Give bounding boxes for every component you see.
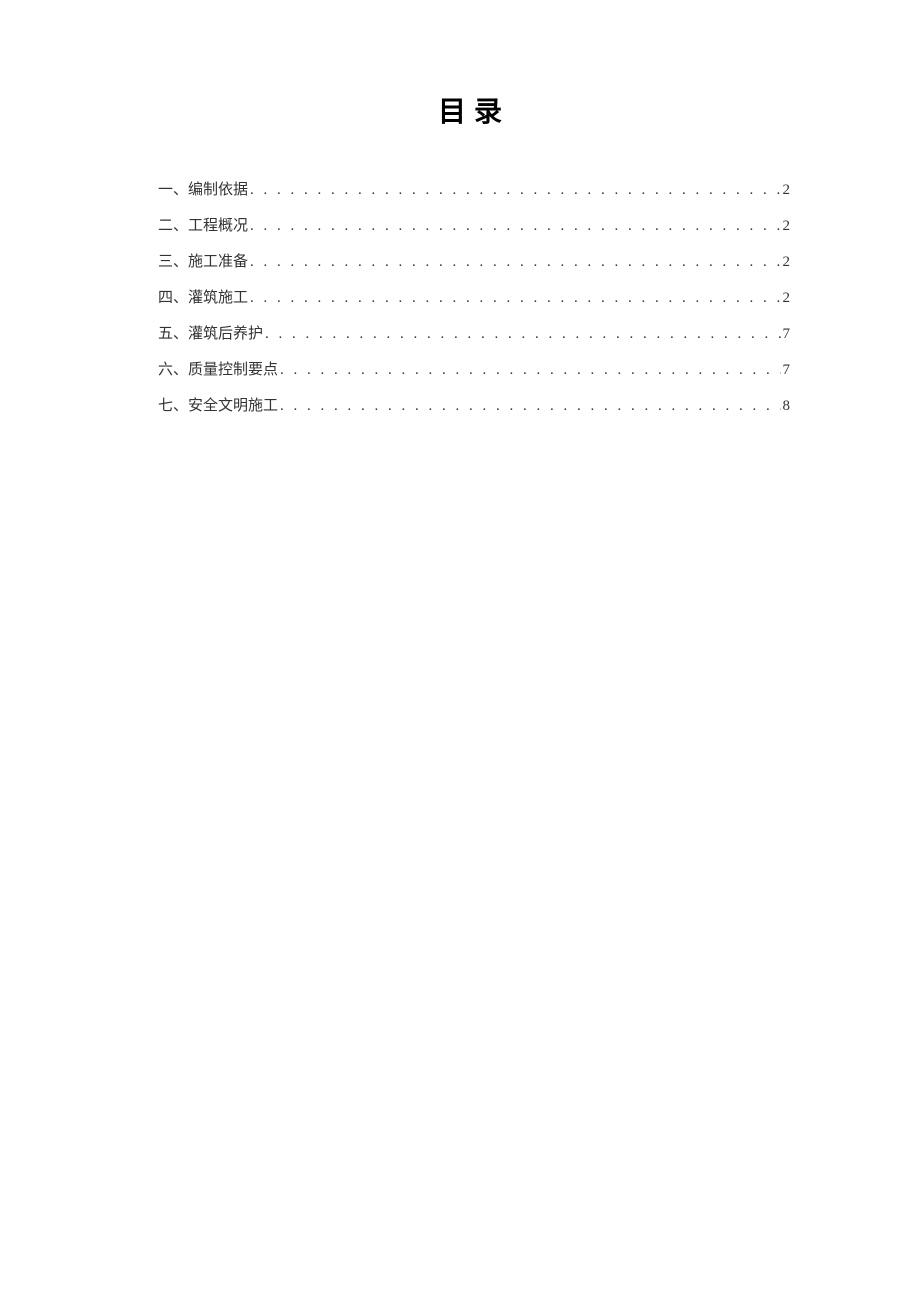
- toc-page-number: 2: [783, 182, 791, 199]
- toc-page-number: 7: [783, 326, 791, 343]
- toc-dots: [280, 398, 780, 415]
- toc-page-number: 8: [783, 398, 791, 415]
- toc-label: 二、工程概况: [158, 214, 248, 235]
- toc-dots: [265, 326, 780, 343]
- toc-dots: [250, 218, 780, 235]
- toc-entry: 七、安全文明施工 8: [158, 394, 790, 415]
- toc-list: 一、编制依据 2 二、工程概况 2 三、施工准备 2 四、灌筑施工 2 五、灌筑…: [158, 178, 790, 415]
- toc-entry: 三、施工准备 2: [158, 250, 790, 271]
- toc-label: 六、质量控制要点: [158, 358, 278, 379]
- page-title: 目录: [158, 90, 790, 130]
- toc-label: 三、施工准备: [158, 250, 248, 271]
- toc-page-number: 2: [783, 218, 791, 235]
- toc-dots: [250, 290, 780, 307]
- toc-page-number: 2: [783, 290, 791, 307]
- toc-entry: 四、灌筑施工 2: [158, 286, 790, 307]
- toc-page-number: 7: [783, 362, 791, 379]
- toc-dots: [250, 254, 780, 271]
- toc-label: 七、安全文明施工: [158, 394, 278, 415]
- toc-entry: 五、灌筑后养护 7: [158, 322, 790, 343]
- toc-label: 一、编制依据: [158, 178, 248, 199]
- toc-dots: [250, 182, 780, 199]
- toc-label: 四、灌筑施工: [158, 286, 248, 307]
- toc-entry: 一、编制依据 2: [158, 178, 790, 199]
- toc-entry: 二、工程概况 2: [158, 214, 790, 235]
- toc-label: 五、灌筑后养护: [158, 322, 263, 343]
- toc-entry: 六、质量控制要点 7: [158, 358, 790, 379]
- toc-page-number: 2: [783, 254, 791, 271]
- toc-dots: [280, 362, 780, 379]
- document-page: 目录 一、编制依据 2 二、工程概况 2 三、施工准备 2 四、灌筑施工 2 五…: [0, 0, 920, 415]
